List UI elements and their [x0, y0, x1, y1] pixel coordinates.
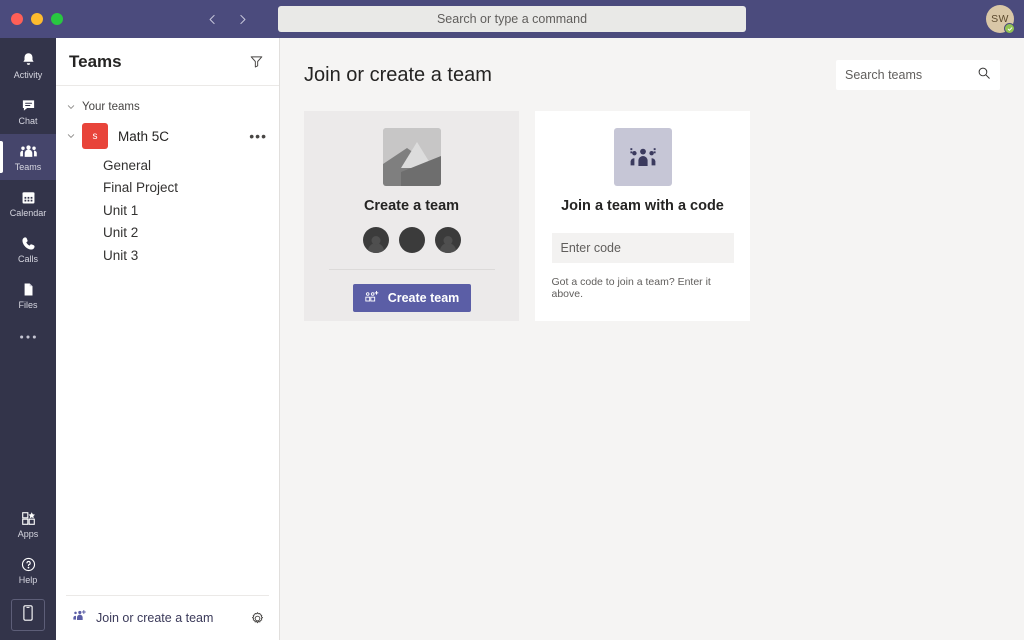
sidebar-more-apps-button[interactable]	[0, 318, 56, 356]
teams-list-pane: Teams Your teams s Math 5C ••• General F…	[56, 38, 280, 640]
main-header: Join or create a team Search teams	[304, 38, 1000, 90]
team-chevron-down-icon[interactable]	[66, 132, 76, 140]
channel-row-general[interactable]: General	[56, 154, 279, 177]
teams-app-window: Search or type a command SW Activity Cha…	[0, 0, 1024, 640]
global-search-placeholder: Search or type a command	[436, 12, 588, 26]
chat-icon	[20, 96, 37, 115]
forward-button[interactable]	[228, 5, 256, 33]
people-group-icon	[613, 128, 672, 186]
join-team-with-code-card[interactable]: Join a team with a code Got a code to jo…	[535, 111, 750, 321]
sidebar-label-files: Files	[18, 300, 38, 310]
team-row-math-5c[interactable]: s Math 5C •••	[56, 118, 279, 154]
window-traffic-lights	[0, 13, 63, 25]
page-title-teams: Teams	[69, 51, 122, 71]
profile-avatar-button[interactable]: SW	[986, 5, 1015, 34]
channel-name: Unit 1	[103, 202, 139, 218]
rail-spacer	[0, 356, 56, 501]
channel-name: General	[103, 157, 152, 173]
search-teams-box[interactable]: Search teams	[836, 60, 1000, 90]
main-content: Join or create a team Search teams Creat…	[280, 38, 1024, 640]
rail-bottom-group: Apps Help	[0, 501, 56, 640]
gear-icon[interactable]	[247, 607, 269, 629]
app-rail: Activity Chat Teams Calendar Calls Files…	[0, 38, 56, 640]
create-team-button-label: Create team	[387, 291, 460, 305]
sidebar-item-calls[interactable]: Calls	[0, 226, 56, 272]
back-button[interactable]	[198, 5, 226, 33]
mobile-phone-icon	[22, 604, 34, 627]
channel-row-unit-2[interactable]: Unit 2	[56, 222, 279, 245]
join-or-create-team-link[interactable]: Join or create a team	[96, 611, 238, 625]
minimize-window-button[interactable]	[31, 13, 43, 25]
sidebar-item-calendar[interactable]: Calendar	[0, 180, 56, 226]
teams-list-scroll[interactable]: Your teams s Math 5C ••• General Final P…	[56, 86, 279, 595]
join-team-card-title: Join a team with a code	[561, 198, 724, 214]
global-search-box[interactable]: Search or type a command	[278, 6, 746, 32]
card-divider	[328, 269, 495, 270]
add-people-icon	[72, 609, 87, 628]
add-people-icon	[364, 290, 379, 307]
phone-icon	[20, 234, 37, 253]
channel-name: Unit 3	[103, 247, 139, 263]
member-avatars-placeholder	[362, 227, 461, 253]
avatar-placeholder	[362, 227, 389, 253]
join-code-hint-text: Got a code to join a team? Enter it abov…	[551, 276, 711, 300]
sidebar-label-chat: Chat	[18, 116, 38, 126]
title-bar: Search or type a command SW	[0, 0, 1024, 38]
teams-icon	[19, 142, 38, 161]
filter-icon[interactable]	[245, 51, 267, 73]
team-avatar: s	[82, 123, 108, 149]
app-body: Activity Chat Teams Calendar Calls Files…	[0, 38, 1024, 640]
avatar-placeholder	[398, 227, 425, 253]
apps-icon	[20, 509, 37, 528]
your-teams-group-header[interactable]: Your teams	[56, 96, 279, 118]
sidebar-item-teams[interactable]: Teams	[0, 134, 56, 180]
calendar-icon	[20, 188, 37, 207]
presence-available-badge	[1004, 23, 1015, 34]
sidebar-label-apps: Apps	[17, 529, 39, 539]
landscape-image-icon	[382, 128, 441, 186]
channel-name: Final Project	[103, 180, 179, 196]
sidebar-item-activity[interactable]: Activity	[0, 42, 56, 88]
avatar-placeholder	[434, 227, 461, 253]
teams-pane-header: Teams	[56, 38, 279, 86]
channel-row-unit-3[interactable]: Unit 3	[56, 244, 279, 267]
team-name-label: Math 5C	[118, 128, 170, 144]
sidebar-label-activity: Activity	[13, 70, 43, 80]
channel-name: Unit 2	[103, 225, 139, 241]
page-title: Join or create a team	[304, 63, 492, 86]
sidebar-label-teams: Teams	[14, 162, 42, 172]
enter-code-input[interactable]	[551, 233, 734, 263]
your-teams-label: Your teams	[82, 101, 140, 113]
sidebar-label-calendar: Calendar	[9, 208, 47, 218]
sidebar-label-help: Help	[18, 575, 38, 585]
team-more-options-icon[interactable]: •••	[249, 129, 279, 143]
channel-row-final-project[interactable]: Final Project	[56, 177, 279, 200]
file-icon	[20, 280, 37, 299]
sidebar-label-calls: Calls	[17, 254, 38, 264]
bell-icon	[20, 50, 37, 69]
sidebar-item-help[interactable]: Help	[0, 547, 56, 593]
sidebar-item-files[interactable]: Files	[0, 272, 56, 318]
create-team-card-title: Create a team	[363, 198, 460, 214]
sidebar-item-apps[interactable]: Apps	[0, 501, 56, 547]
teams-pane-footer: Join or create a team	[66, 595, 269, 640]
chevron-down-icon	[66, 103, 76, 111]
sidebar-item-chat[interactable]: Chat	[0, 88, 56, 134]
create-a-team-card[interactable]: Create a team Create team	[304, 111, 519, 321]
search-icon	[977, 66, 991, 85]
cards-container: Create a team Create team Join a team wi…	[304, 111, 1000, 321]
help-icon	[20, 555, 37, 574]
maximize-window-button[interactable]	[51, 13, 63, 25]
get-mobile-app-button[interactable]	[11, 599, 45, 631]
close-window-button[interactable]	[11, 13, 23, 25]
search-teams-placeholder: Search teams	[845, 68, 923, 82]
channel-row-unit-1[interactable]: Unit 1	[56, 199, 279, 222]
create-team-button[interactable]: Create team	[352, 284, 471, 312]
